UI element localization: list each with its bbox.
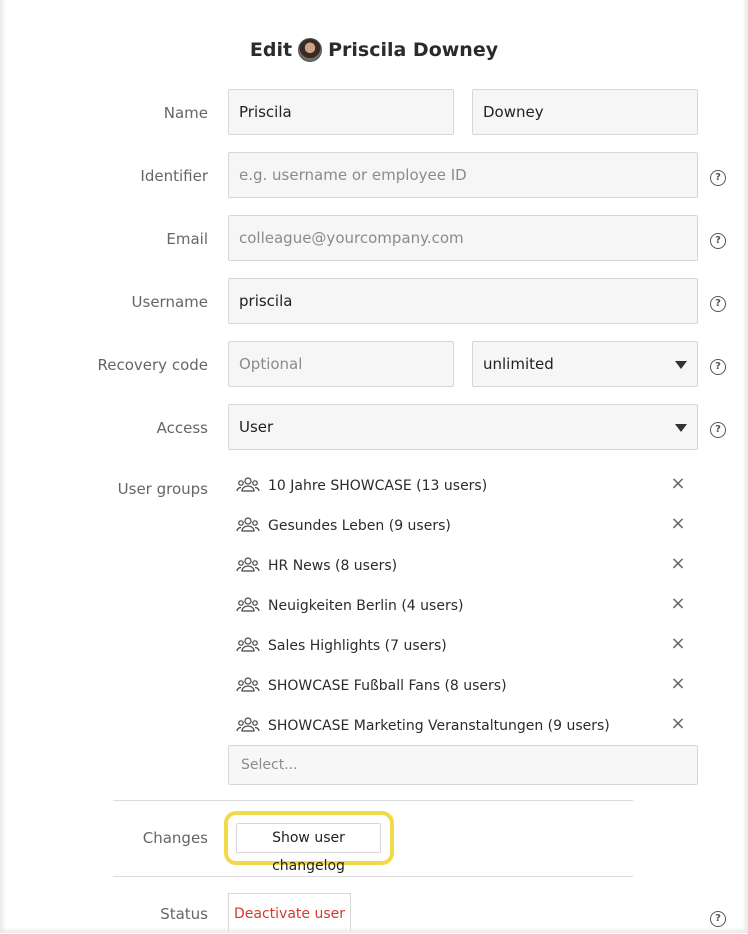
window-edge [742,0,748,933]
recovery-code-field[interactable]: Optional [228,341,454,387]
user-group-item: 10 Jahre SHOWCASE (13 users) × [236,474,696,498]
first-name-field[interactable]: Priscila [228,89,454,135]
help-icon[interactable]: ? [710,422,726,438]
user-groups-select[interactable]: Select... [228,745,698,785]
user-group-name: SHOWCASE Fußball Fans (8 users) [268,678,507,694]
group-icon [236,556,260,574]
identifier-row: Identifier e.g. username or employee ID … [0,152,748,200]
user-group-name: HR News (8 users) [268,558,398,574]
email-field[interactable]: colleague@yourcompany.com [228,215,698,261]
group-icon [236,636,260,654]
bottom-shadow [0,927,748,933]
remove-group-icon[interactable]: × [668,634,688,654]
name-row: Name Priscila Downey [0,89,748,137]
remove-group-icon[interactable]: × [668,594,688,614]
remove-group-icon[interactable]: × [668,514,688,534]
user-group-item: SHOWCASE Fußball Fans (8 users) × [236,674,696,698]
name-label: Name [163,104,208,122]
help-icon[interactable]: ? [710,170,726,186]
recovery-validity-select[interactable]: unlimited [472,341,698,387]
access-label: Access [156,419,208,437]
group-icon [236,596,260,614]
identifier-label: Identifier [140,167,208,185]
email-label: Email [166,230,208,248]
recovery-validity-value: unlimited [483,355,554,373]
remove-group-icon[interactable]: × [668,474,688,494]
username-row: Username priscila ? [0,278,748,326]
recovery-label: Recovery code [97,356,209,374]
remove-group-icon[interactable]: × [668,554,688,574]
window-edge [0,0,6,933]
group-icon [236,476,260,494]
help-icon[interactable]: ? [710,359,726,375]
changelog-highlight: Show user changelog [224,811,394,874]
identifier-field[interactable]: e.g. username or employee ID [228,152,698,198]
user-group-name: Gesundes Leben (9 users) [268,518,451,534]
user-group-name: Sales Highlights (7 users) [268,638,447,654]
title-user-name: Priscila Downey [328,39,499,61]
user-groups-label: User groups [117,480,208,498]
changes-label: Changes [142,829,208,847]
user-group-item: Gesundes Leben (9 users) × [236,514,696,538]
recovery-row: Recovery code Optional unlimited ? [0,341,748,389]
access-select[interactable]: User [228,404,698,450]
remove-group-icon[interactable]: × [668,674,688,694]
status-label: Status [160,905,208,923]
user-group-item: HR News (8 users) × [236,554,696,578]
user-group-name: 10 Jahre SHOWCASE (13 users) [268,478,488,494]
show-user-changelog-button[interactable]: Show user changelog [236,823,381,874]
access-row: Access User ? [0,404,748,452]
help-icon[interactable]: ? [710,233,726,249]
page-title: Edit Priscila Downey [0,38,748,62]
divider [113,800,633,801]
username-field[interactable]: priscila [228,278,698,324]
user-group-name: SHOWCASE Marketing Veranstaltungen (9 us… [268,718,610,734]
group-icon [236,516,260,534]
username-label: Username [131,293,208,311]
last-name-field[interactable]: Downey [472,89,698,135]
user-group-name: Neuigkeiten Berlin (4 users) [268,598,464,614]
avatar [298,38,323,62]
user-group-item: Sales Highlights (7 users) × [236,634,696,658]
title-prefix: Edit [249,39,293,61]
user-group-item: SHOWCASE Marketing Veranstaltungen (9 us… [236,714,696,738]
help-icon[interactable]: ? [710,911,726,927]
remove-group-icon[interactable]: × [668,714,688,734]
user-group-item: Neuigkeiten Berlin (4 users) × [236,594,696,618]
help-icon[interactable]: ? [710,296,726,312]
email-row: Email colleague@yourcompany.com ? [0,215,748,263]
access-value: User [239,418,274,436]
divider [113,876,633,877]
group-icon [236,716,260,734]
group-icon [236,676,260,694]
